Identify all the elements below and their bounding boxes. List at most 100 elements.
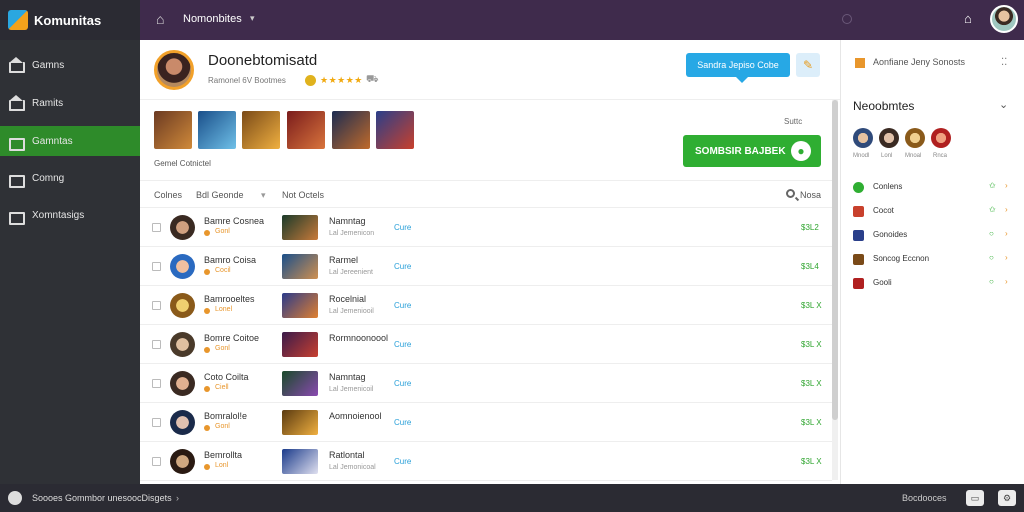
game-thumb[interactable] bbox=[332, 111, 370, 149]
member-avatar[interactable] bbox=[170, 332, 195, 357]
refresh-icon[interactable]: ○ bbox=[989, 277, 994, 286]
star-icon[interactable]: ✩ bbox=[989, 205, 996, 214]
game-image[interactable] bbox=[282, 371, 318, 396]
game-thumb[interactable] bbox=[154, 111, 192, 149]
home-icon[interactable]: ⌂ bbox=[156, 11, 164, 27]
chevron-down-icon[interactable]: ▾ bbox=[261, 190, 266, 201]
game-image[interactable] bbox=[282, 410, 318, 435]
panel-item[interactable]: Gonoides ○ › bbox=[853, 226, 1017, 246]
settings-icon[interactable]: ⚙ bbox=[998, 490, 1016, 506]
join-button[interactable]: SOMBSIR BAJBEK ● bbox=[683, 135, 821, 167]
game-image[interactable] bbox=[282, 332, 318, 357]
arrow-icon[interactable]: › bbox=[1005, 277, 1008, 286]
game-title: Namntag bbox=[329, 372, 366, 382]
sidebar-item-settings[interactable]: Xomntasigs bbox=[0, 200, 140, 230]
panel-item[interactable]: Gooli ○ › bbox=[853, 274, 1017, 294]
member-avatar[interactable] bbox=[853, 128, 873, 148]
table-row[interactable]: Bamro Coisa Cocil Rarmel Lal Jereenient … bbox=[140, 247, 832, 286]
refresh-icon[interactable]: ○ bbox=[989, 229, 994, 238]
cart-icon[interactable]: ⛟ bbox=[366, 74, 379, 87]
filter-columns[interactable]: Colnes bbox=[154, 190, 182, 200]
sidebar-item-ramits[interactable]: Ramits bbox=[0, 88, 140, 118]
page-title[interactable]: Nomonbites bbox=[183, 13, 242, 25]
member-avatar[interactable] bbox=[931, 128, 951, 148]
panel-item[interactable]: Cocot ✩ › bbox=[853, 202, 1017, 222]
game-image[interactable] bbox=[282, 215, 318, 240]
table-row[interactable]: Bamre Cosnea Gonl Namntag Lal Jemenicon … bbox=[140, 208, 832, 247]
game-thumb[interactable] bbox=[198, 111, 236, 149]
edit-button[interactable]: ✎ bbox=[796, 53, 820, 77]
chevron-down-icon[interactable]: ⌄ bbox=[999, 98, 1008, 111]
member-avatar[interactable] bbox=[905, 128, 925, 148]
user-avatar[interactable] bbox=[990, 5, 1018, 33]
info-icon[interactable] bbox=[8, 491, 22, 505]
game-image[interactable] bbox=[282, 293, 318, 318]
member-avatar[interactable] bbox=[170, 254, 195, 279]
panel-header: Aonfiane Jeny Sonosts bbox=[873, 57, 966, 67]
game-image[interactable] bbox=[282, 449, 318, 474]
row-checkbox[interactable] bbox=[152, 223, 161, 232]
status-link[interactable]: Cure bbox=[394, 379, 411, 388]
search-label[interactable]: Nosa bbox=[800, 190, 821, 200]
table-row[interactable]: Bamrooeltes Lonel Rocelnial Lal Jemenioo… bbox=[140, 286, 832, 325]
member-meta: Cocil bbox=[215, 267, 231, 274]
game-thumb[interactable] bbox=[287, 111, 325, 149]
arrow-icon[interactable]: › bbox=[1005, 229, 1008, 238]
filter-octels[interactable]: Not Octels bbox=[282, 190, 324, 200]
panel-item[interactable]: Conlens ✩ › bbox=[853, 178, 1017, 198]
refresh-icon[interactable]: ○ bbox=[989, 253, 994, 262]
tooltip-button[interactable]: Sandra Jepiso Cobe bbox=[686, 53, 790, 83]
scroll-thumb[interactable] bbox=[832, 100, 838, 420]
row-checkbox[interactable] bbox=[152, 262, 161, 271]
sidebar-item-comng[interactable]: Comng bbox=[0, 163, 140, 193]
member-avatar[interactable] bbox=[170, 371, 195, 396]
arrow-icon[interactable]: › bbox=[1005, 205, 1008, 214]
row-checkbox[interactable] bbox=[152, 457, 161, 466]
status-link[interactable]: Cure bbox=[394, 418, 411, 427]
window-icon[interactable]: ▭ bbox=[966, 490, 984, 506]
game-thumb[interactable] bbox=[376, 111, 414, 149]
row-checkbox[interactable] bbox=[152, 418, 161, 427]
status-link[interactable]: Cure bbox=[394, 301, 411, 310]
sidebar-item-games[interactable]: Gamns bbox=[0, 50, 140, 80]
notification-icon[interactable]: ⌂ bbox=[964, 11, 972, 26]
filter-genre[interactable]: Bdl Geonde bbox=[196, 190, 244, 200]
table-row[interactable]: Bemrollta Lonl Ratlontal Lal Jemonicoal … bbox=[140, 442, 832, 481]
member-name: Rnca bbox=[933, 153, 948, 159]
arrow-icon[interactable]: › bbox=[1005, 181, 1008, 190]
chevron-down-icon[interactable]: ▾ bbox=[250, 13, 255, 24]
game-image[interactable] bbox=[282, 254, 318, 279]
app-name: Komunitas bbox=[34, 12, 102, 28]
status-link[interactable]: Cure bbox=[394, 340, 411, 349]
scrollbar[interactable] bbox=[832, 100, 838, 480]
game-thumb[interactable] bbox=[242, 111, 280, 149]
panel-item[interactable]: Soncog Eccnon ○ › bbox=[853, 250, 1017, 270]
panel-item-label: Cocot bbox=[873, 206, 894, 215]
brand[interactable]: Komunitas bbox=[0, 0, 140, 40]
table-row[interactable]: Coto Coilta Ciell Namntag Lal Jemenicoil… bbox=[140, 364, 832, 403]
bottom-link[interactable]: Bocdooces bbox=[902, 493, 947, 503]
stack-icon bbox=[8, 172, 25, 188]
group-avatar[interactable] bbox=[154, 50, 194, 90]
sidebar-item-gamntas[interactable]: Gamntas bbox=[0, 126, 140, 156]
star-icon[interactable]: ✩ bbox=[989, 181, 996, 190]
member-name: Mnoal bbox=[905, 153, 922, 159]
member-avatar[interactable] bbox=[170, 215, 195, 240]
status-link[interactable]: Cure bbox=[394, 457, 411, 466]
member-avatar[interactable] bbox=[879, 128, 899, 148]
search-icon[interactable] bbox=[786, 189, 795, 198]
member-avatar[interactable] bbox=[170, 293, 195, 318]
arrow-icon[interactable]: › bbox=[1005, 253, 1008, 262]
table-row[interactable]: Bomralol!e Gonl Aomnoienool Cure $3L X bbox=[140, 403, 832, 442]
status-link[interactable]: Cure bbox=[394, 223, 411, 232]
more-icon[interactable]: ⁚⁚ bbox=[1001, 57, 1007, 68]
row-checkbox[interactable] bbox=[152, 301, 161, 310]
row-checkbox[interactable] bbox=[152, 379, 161, 388]
member-avatar[interactable] bbox=[170, 449, 195, 474]
table-row[interactable]: Bomre Coitoe Gonl Rormnoonoool Cure $3L … bbox=[140, 325, 832, 364]
status-link[interactable]: Cure bbox=[394, 262, 411, 271]
member-avatar[interactable] bbox=[170, 410, 195, 435]
row-checkbox[interactable] bbox=[152, 340, 161, 349]
arrow-icon[interactable]: › bbox=[176, 493, 179, 503]
filter-bar: Colnes Bdl Geonde ▾ Not Octels Nosa bbox=[140, 180, 832, 208]
